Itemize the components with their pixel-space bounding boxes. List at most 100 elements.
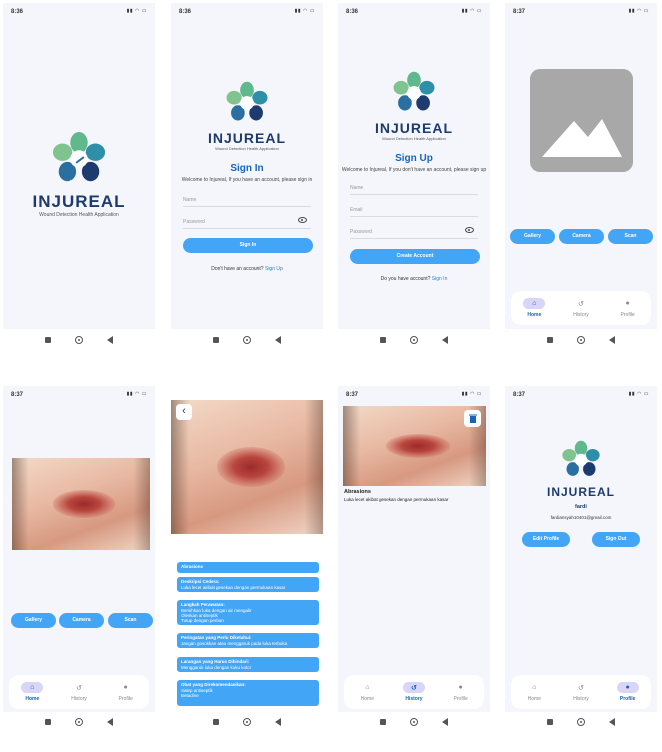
bottom-nav: ⌂ Home ↺ History ● Profile [344,675,484,709]
flower-logo-icon: + [52,131,106,186]
home-icon: ⌂ [523,298,546,309]
nav-profile[interactable]: ● Profile [608,682,648,702]
back-icon[interactable] [442,336,448,344]
profile-name: fardi [575,504,587,510]
flower-logo-icon [393,71,435,111]
page-subtitle: Welcome to Injureal, If you don't have a… [341,167,487,173]
gallery-button[interactable]: Gallery [510,229,555,244]
nav-home[interactable]: ⌂ Home [514,682,554,702]
nav-profile[interactable]: ● Profile [441,682,481,702]
profile-email: fardiansyah10401@gmail.com [550,515,612,520]
nav-history[interactable]: ↺ History [59,682,99,703]
name-field[interactable]: Name [183,191,311,207]
home-system-icon[interactable] [75,718,83,726]
nav-profile[interactable]: ● Profile [106,682,146,702]
flower-logo-icon [562,440,600,476]
logo-title: INJUREAL [374,120,453,136]
history-icon: ↺ [76,684,82,692]
nav-profile[interactable]: ● Profile [608,298,648,318]
history-icon: ↺ [578,300,584,308]
edit-profile-button[interactable]: Edit Profile [522,532,570,547]
sign-in-link[interactable]: Do you have account? Sign In [338,276,490,282]
svg-text:+: + [68,177,73,186]
status-bar: 8:37 ▮▮ ◠ ▭ [11,391,147,398]
nav-home[interactable]: ⌂ Home [514,298,554,318]
section-treatment: Langkah Perawatan: Bersihkan luka dengan… [177,600,319,625]
system-nav-bar [338,333,490,347]
home-system-icon[interactable] [577,336,585,344]
bottom-nav: ⌂ Home ↺ History ● Profile [511,291,651,325]
recents-icon[interactable] [45,337,51,343]
back-icon[interactable] [609,336,615,344]
recents-icon[interactable] [380,719,386,725]
profile-icon: ● [616,682,639,693]
camera-button[interactable]: Camera [59,613,104,628]
system-nav-bar [171,333,323,347]
screen-sign-in: 8:36 ▮▮ ◠ ▭ INJUREAL Wound Detection Hea… [171,3,323,329]
recents-icon[interactable] [380,337,386,343]
nav-history[interactable]: ↺ History [394,682,434,702]
back-button[interactable]: ‹ [176,404,192,420]
wound-image [12,458,150,550]
recents-icon[interactable] [547,719,553,725]
home-icon: ⌂ [532,684,537,691]
section-medicine: Obat yang Direkomendasikan: Salep antise… [177,680,319,706]
home-system-icon[interactable] [75,336,83,344]
wound-image [171,400,323,534]
home-system-icon[interactable] [243,336,251,344]
back-icon[interactable] [275,336,281,344]
scan-button[interactable]: Scan [608,229,653,244]
screen-sign-up: 8:36 ▮▮ ◠ ▭ INJUREAL Wound Detection Hea… [338,3,490,329]
recents-icon[interactable] [213,719,219,725]
logo-subtitle: Wound Detection Health Application [39,212,119,218]
home-system-icon[interactable] [410,336,418,344]
status-bar: 8:36 ▮▮ ◠ ▭ [11,8,147,15]
nav-history[interactable]: ↺ History [561,298,601,319]
recents-icon[interactable] [45,719,51,725]
history-title: Abrasions [344,489,371,495]
section-prohibition: Larangan yang Harus Dihindari: Menggaruk… [177,657,319,672]
result-label: Abrasions [177,562,319,573]
gallery-button[interactable]: Gallery [11,613,56,628]
section-description: Deskripsi Cedera: Luka lecet akibat gese… [177,577,319,592]
home-icon: ⌂ [365,684,370,691]
password-field[interactable]: Password [350,223,478,239]
logo-subtitle: Wound Detection Health Application [382,136,446,141]
eye-icon[interactable] [465,227,474,233]
bottom-nav: ⌂ Home ↺ History ● Profile [9,675,149,709]
screen-home-image: 8:37 ▮▮ ◠ ▭ Gallery Camera Scan ⌂ Home ↺… [3,386,155,712]
sign-in-button[interactable]: Sign In [183,238,313,253]
back-icon[interactable] [609,718,615,726]
eye-icon[interactable] [298,217,307,223]
status-bar: 8:36 ▮▮ ◠ ▭ [179,8,315,15]
home-system-icon[interactable] [243,718,251,726]
nav-home[interactable]: ⌂ Home [12,682,52,702]
camera-button[interactable]: Camera [559,229,604,244]
logo-title: INJUREAL [546,485,615,499]
back-icon[interactable] [107,336,113,344]
back-icon[interactable] [275,718,281,726]
profile-icon: ● [458,684,463,691]
history-description: Luka lecet akibat gesekan dengan permuka… [344,497,449,502]
sign-out-button[interactable]: Sign Out [592,532,640,547]
back-icon[interactable] [442,718,448,726]
logo-subtitle: Wound Detection Health Application [215,146,279,151]
delete-button[interactable] [464,410,481,427]
name-field[interactable]: Name [350,179,478,195]
password-placeholder: Password [183,219,205,225]
nav-history[interactable]: ↺ History [561,682,601,703]
page-title: Sign In [230,163,264,174]
sign-up-link[interactable]: Don't have an account? Sign Up [171,266,323,272]
create-account-button[interactable]: Create Account [350,249,480,264]
app-logo: INJUREAL [511,440,651,499]
recents-icon[interactable] [213,337,219,343]
scan-button[interactable]: Scan [108,613,153,628]
nav-home[interactable]: ⌂ Home [347,682,387,702]
email-field[interactable]: Email [350,201,478,217]
recents-icon[interactable] [547,337,553,343]
system-nav-bar [505,333,657,347]
password-field[interactable]: Password [183,213,311,229]
home-system-icon[interactable] [410,718,418,726]
home-system-icon[interactable] [577,718,585,726]
back-icon[interactable] [107,718,113,726]
